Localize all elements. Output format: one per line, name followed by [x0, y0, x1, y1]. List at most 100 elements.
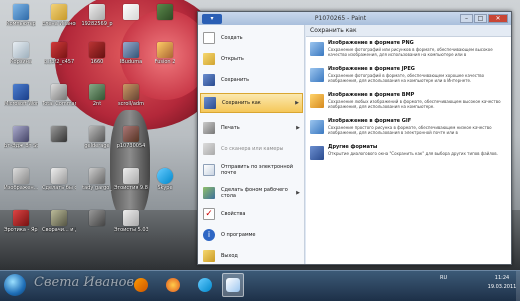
- menu-item-label: Печать: [221, 125, 240, 131]
- taskbar-media-player[interactable]: [130, 273, 152, 297]
- desktop-icon-label: Total Commander: [42, 101, 76, 107]
- desktop-icon-image[interactable]: tady gargo_: [80, 168, 114, 191]
- system-tray[interactable]: RU: [440, 275, 488, 295]
- desktop-icon-label: p10730054: [116, 143, 146, 149]
- paint-app-menu-button[interactable]: ▾: [202, 13, 222, 24]
- submenu-item-desc: Сохранение фотографий или рисунков в фор…: [328, 47, 493, 57]
- desktop-icon-image[interactable]: scroll/adm: [114, 84, 148, 107]
- recycle-bin-icon: [13, 42, 29, 58]
- exit-icon: [203, 250, 215, 262]
- app-icon: [123, 42, 139, 58]
- jpeg-image-icon: [310, 68, 324, 82]
- minimize-button[interactable]: –: [460, 14, 473, 23]
- language-indicator[interactable]: RU: [440, 275, 447, 281]
- desktop-background-icon: [203, 187, 215, 199]
- menu-item-save[interactable]: Сохранить: [200, 72, 303, 88]
- desktop-icon-recycle-bin[interactable]: Корзина: [4, 42, 38, 65]
- desktop-icon-total-commander[interactable]: Total Commander: [42, 84, 76, 107]
- desktop-icon-shortcut[interactable]: Эротика - Ярлык: [4, 210, 38, 233]
- desktop-icon-shortcut[interactable]: Сделать бы с Интернет...: [42, 168, 76, 191]
- computer-icon: [13, 4, 29, 20]
- desktop-icon-shortcut[interactable]: Изображен... - Ярлык: [4, 168, 38, 191]
- desktop-icon-computer[interactable]: Компьютер: [4, 4, 38, 27]
- image-file-icon: [123, 84, 139, 100]
- desktop-icon-image[interactable]: Эгоистия 9.83: [114, 168, 148, 191]
- title-bar[interactable]: ▾ P1070265 - Paint – □ ✕: [198, 12, 511, 25]
- menu-item-label: Свойства: [221, 211, 246, 217]
- desktop-icon-label: Эгоисты 5.03: [114, 227, 148, 233]
- submenu-header: Сохранить как: [306, 25, 511, 37]
- save-as-jpeg[interactable]: Изображение в формате JPEG Сохранение фот…: [308, 66, 508, 90]
- menu-item-label: Открыть: [221, 56, 244, 62]
- open-folder-icon: [203, 53, 215, 65]
- save-as-bmp[interactable]: Изображение в формате BMP Сохранение любы…: [308, 92, 508, 116]
- save-as-gif[interactable]: Изображение в формате GIF Сохранение прос…: [308, 118, 508, 142]
- submenu-item-desc: Открытие диалогового окна "Сохранить как…: [328, 151, 498, 156]
- desktop-icon-image[interactable]: p10730054: [114, 126, 148, 149]
- image-file-icon: [51, 42, 67, 58]
- desktop-icon-word[interactable]: Microsoft Word Starter: [4, 84, 38, 107]
- start-button[interactable]: [4, 274, 26, 296]
- desktop-icon-label: Fusion 2: [154, 59, 176, 65]
- desktop-icon-app[interactable]: Fusion 2: [148, 42, 182, 65]
- paint-window[interactable]: ▾ P1070265 - Paint – □ ✕ Создать Открыть…: [197, 11, 512, 265]
- taskbar-skype[interactable]: [194, 273, 216, 297]
- desktop-icon-image[interactable]: gelderage: [80, 126, 114, 149]
- other-formats-icon: [310, 146, 324, 160]
- desktop-icon-image[interactable]: Эгоисты 5.03: [114, 210, 148, 233]
- submenu-item-title: Изображение в формате PNG: [328, 40, 414, 46]
- image-file-icon: [51, 210, 67, 226]
- desktop-icon-label: Сворачи... и Дрю Иссас...: [42, 227, 76, 233]
- desktop-icon-label: scroll/adm: [118, 101, 144, 107]
- desktop-icon-image[interactable]: [42, 126, 76, 143]
- menu-item-print[interactable]: Печать ▶: [200, 120, 303, 136]
- paint-icon: [226, 278, 240, 292]
- desktop-icon-label: Изображен... - Ярлык: [4, 185, 38, 191]
- png-image-icon: [310, 42, 324, 56]
- menu-item-exit[interactable]: Выход: [200, 248, 303, 264]
- new-file-icon: [203, 32, 215, 44]
- window-controls: – □ ✕: [459, 14, 508, 23]
- properties-check-icon: ✓: [203, 208, 215, 220]
- desktop-icon-app[interactable]: IBuduma: [114, 42, 148, 65]
- show-desktop-button[interactable]: [516, 271, 520, 301]
- desktop-icon-image[interactable]: 2nt: [80, 84, 114, 107]
- save-as-other-formats[interactable]: Другие форматы Открытие диалогового окна …: [308, 144, 508, 168]
- desktop-icon-app[interactable]: [148, 4, 182, 21]
- close-button[interactable]: ✕: [488, 14, 508, 23]
- desktop-icon-image[interactable]: 8_f3f2_c457: [42, 42, 76, 65]
- menu-item-about[interactable]: i О программе: [200, 227, 303, 243]
- desktop-icon-user-folder[interactable]: Елена Иванова: [42, 4, 76, 27]
- desktop-icon-image[interactable]: [80, 210, 114, 227]
- menu-item-properties[interactable]: ✓ Свойства: [200, 206, 303, 222]
- clock[interactable]: 11:24 19.03.2011: [487, 274, 517, 292]
- save-as-png[interactable]: Изображение в формате PNG Сохранение фото…: [308, 40, 508, 64]
- desktop-icon-image[interactable]: 19282569_p: [80, 4, 114, 27]
- menu-item-new[interactable]: Создать: [200, 30, 303, 46]
- image-file-icon: [123, 126, 139, 142]
- desktop-icon-label: Ьт-Эдж Вт Sterel-Оис...: [4, 143, 38, 149]
- desktop-icon-skype[interactable]: Skype: [148, 168, 182, 191]
- user-folder-icon: [51, 4, 67, 20]
- menu-item-set-desktop-background[interactable]: Сделать фоном рабочего стола ▶: [200, 185, 303, 201]
- watermark: Света Иванова: [34, 275, 142, 290]
- menu-item-save-as[interactable]: Сохранить как ▶: [200, 93, 303, 113]
- maximize-button[interactable]: □: [474, 14, 487, 23]
- email-icon: [203, 164, 215, 176]
- image-file-icon: [89, 4, 105, 20]
- desktop-icon-label: Эротика - Ярлык: [4, 227, 38, 233]
- menu-item-label: Отправить по электронной почте: [221, 164, 293, 176]
- desktop-icon-folder[interactable]: [114, 4, 148, 21]
- menu-item-label: О программе: [221, 232, 256, 238]
- menu-item-open[interactable]: Открыть: [200, 51, 303, 67]
- desktop-icon-label: 19282569_p: [81, 21, 113, 27]
- taskbar-paint[interactable]: [222, 273, 244, 297]
- desktop-icon-label: Корзина: [9, 59, 33, 65]
- menu-item-email[interactable]: Отправить по электронной почте: [200, 162, 303, 178]
- desktop-icon-image[interactable]: Сворачи... и Дрю Иссас...: [42, 210, 76, 233]
- desktop-icon-app[interactable]: 1660: [80, 42, 114, 65]
- menu-item-scanner[interactable]: Со сканера или камеры: [200, 141, 303, 157]
- submenu-item-desc: Сохранение любых изображений в формате, …: [328, 99, 501, 109]
- taskbar-firefox[interactable]: [162, 273, 184, 297]
- desktop-icon-shortcut[interactable]: Ьт-Эдж Вт Sterel-Оис...: [4, 126, 38, 149]
